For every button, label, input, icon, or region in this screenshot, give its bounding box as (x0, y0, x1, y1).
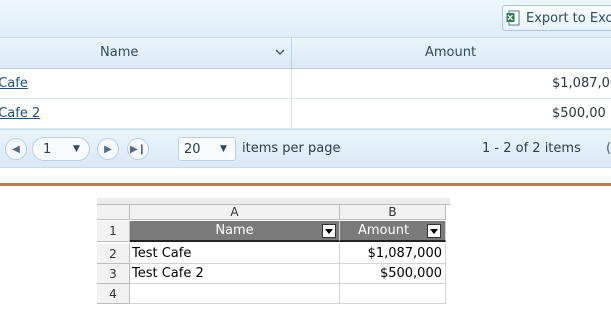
table-row: t Cafe $1,087,00 (0, 69, 611, 99)
chevron-down-icon: ▼ (220, 144, 227, 154)
next-page-button[interactable]: ▶ (97, 138, 119, 160)
filter-dropdown-icon[interactable] (427, 224, 441, 238)
page-number-select[interactable]: 1 ▼ (32, 137, 90, 161)
column-header-amount-label: Amount (425, 45, 477, 60)
page-size-select[interactable]: 20 ▼ (178, 137, 236, 161)
row-number[interactable]: 1 (97, 221, 130, 242)
page-number-value: 1 (43, 142, 52, 157)
chevron-right-icon: ▶ (104, 143, 112, 155)
sheet-header-name: Name (215, 223, 254, 238)
items-per-page-label: items per page (242, 141, 341, 156)
column-header-amount[interactable]: Amount (292, 38, 611, 68)
row-name-link[interactable]: t Cafe 2 (0, 106, 269, 121)
last-page-icon: ▶❙ (129, 143, 147, 155)
sheet-cell-amount[interactable]: $500,000 (340, 264, 446, 284)
grid-header-row: Name Amount (0, 38, 611, 69)
table-row: t Cafe 2 $500,00 (0, 99, 611, 129)
row-amount: $500,00 (552, 106, 606, 121)
sheet-cell-name[interactable]: Test Cafe 2 (130, 264, 340, 284)
sheet-cell-amount[interactable]: $1,087,000 (340, 244, 446, 264)
filter-dropdown-icon[interactable] (322, 224, 336, 238)
column-divider (291, 69, 292, 99)
column-header-name-label: Name (100, 45, 139, 60)
chevron-left-icon: ◀ (12, 143, 20, 155)
export-to-excel-button[interactable]: Export to Exc (502, 5, 611, 31)
row-number[interactable]: 4 (97, 284, 130, 304)
column-letter-a[interactable]: A (130, 205, 340, 220)
grid-pager: ◀ 1 ▼ ▶ ▶❙ 20 ▼ items per page 1 - 2 of … (0, 129, 611, 168)
sheet-header-amount-cell[interactable]: Amount (340, 221, 446, 242)
select-all-corner[interactable] (97, 205, 130, 220)
grid-toolbar: Export to Exc (0, 0, 611, 38)
sheet-cell-empty[interactable] (340, 284, 446, 304)
sheet-header-name-cell[interactable]: Name (130, 221, 340, 242)
row-number[interactable]: 2 (97, 244, 130, 264)
sheet-cell-empty[interactable] (130, 284, 340, 304)
sheet-toolbar-edge (97, 198, 450, 205)
spreadsheet: A B 1 2 3 4 Name Amount Test Cafe $1,087… (97, 198, 450, 308)
row-number[interactable]: 3 (97, 264, 130, 284)
section-divider (0, 183, 611, 186)
page-size-value: 20 (184, 142, 201, 157)
sheet-cell-name[interactable]: Test Cafe (130, 244, 340, 264)
excel-icon (506, 10, 520, 26)
row-name-link[interactable]: t Cafe (0, 76, 269, 91)
refresh-icon[interactable]: ( (606, 141, 611, 156)
row-amount: $1,087,00 (552, 76, 611, 91)
column-letter-b[interactable]: B (340, 205, 446, 220)
chevron-down-icon: ▼ (73, 144, 80, 154)
sheet-header-amount: Amount (357, 223, 410, 238)
export-button-label: Export to Exc (526, 10, 611, 26)
last-page-button[interactable]: ▶❙ (127, 138, 149, 160)
column-header-name[interactable]: Name (0, 38, 292, 68)
data-grid: Export to Exc Name Amount t Cafe $1,087,… (0, 0, 611, 183)
previous-page-button[interactable]: ◀ (5, 138, 27, 160)
pager-range-label: 1 - 2 of 2 items (482, 141, 581, 156)
chevron-down-icon[interactable] (274, 46, 286, 58)
column-divider (291, 99, 292, 129)
